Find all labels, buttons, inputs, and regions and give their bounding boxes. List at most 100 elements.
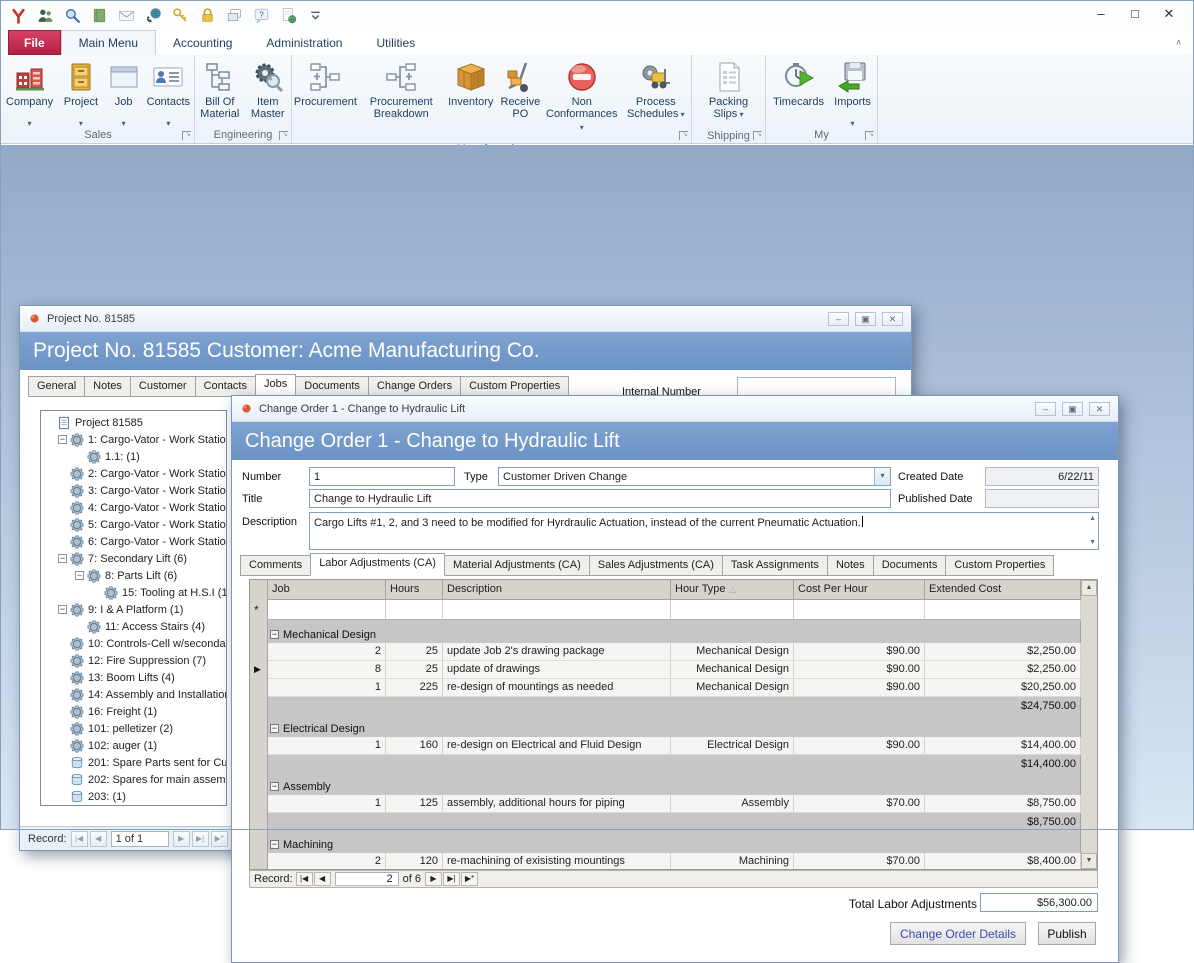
tab-main-menu[interactable]: Main Menu [61, 30, 156, 55]
procurement-breakdown-button[interactable]: Procurement Breakdown ▾ ▾ [359, 59, 444, 128]
tree-item[interactable]: − 2: Cargo-Vator - Work Station [43, 465, 226, 482]
close-button[interactable]: ✕ [882, 312, 903, 326]
change-order-titlebar[interactable]: Change Order 1 - Change to Hydraulic Lif… [232, 396, 1118, 422]
change-order-details-button[interactable]: Change Order Details [890, 922, 1026, 945]
column-header-cost-per-hour[interactable]: Cost Per Hour [794, 580, 925, 600]
tab-general[interactable]: General [28, 376, 85, 397]
dropdown-arrow-icon[interactable]: ▾ [874, 468, 890, 485]
collapse-group-icon[interactable]: − [270, 840, 279, 849]
dialog-launcher-icon[interactable] [865, 131, 874, 140]
collapse-node-icon[interactable]: − [58, 435, 67, 444]
cascade-windows-icon[interactable] [222, 4, 247, 27]
tree-item[interactable]: − Project 81585 [43, 414, 226, 431]
tree-item[interactable]: − 101: pelletizer (2) [43, 720, 226, 737]
search-icon[interactable] [60, 4, 85, 27]
tab-material-adjustments[interactable]: Material Adjustments (CA) [444, 555, 590, 576]
tree-item[interactable]: − 7: Secondary Lift (6) [43, 550, 226, 567]
tab-documents[interactable]: Documents [873, 555, 947, 576]
maximize-button[interactable]: □ [1118, 2, 1152, 26]
scroll-down-icon[interactable]: ▼ [1089, 539, 1096, 547]
column-header-hour-type[interactable]: Hour Type△ [671, 580, 794, 600]
tree-item[interactable]: − 13: Boom Lifts (4) [43, 669, 226, 686]
tab-contacts[interactable]: Contacts [195, 376, 256, 397]
process-schedules-button[interactable]: Process Schedules ▾ ▾ [621, 59, 691, 129]
first-record-button[interactable]: |◀ [71, 831, 88, 847]
collapse-node-icon[interactable]: − [58, 605, 67, 614]
collapse-group-icon[interactable]: − [270, 724, 279, 733]
minimize-button[interactable]: – [1035, 402, 1056, 416]
lock-icon[interactable] [195, 4, 220, 27]
dialog-launcher-icon[interactable] [182, 131, 191, 140]
job-button[interactable]: Job ▾ ▾ [105, 59, 143, 128]
tab-utilities[interactable]: Utilities [359, 30, 432, 55]
tree-item[interactable]: − 203: (1) [43, 788, 226, 805]
tree-item[interactable]: − 1: Cargo-Vator - Work Station [43, 431, 226, 448]
tab-accounting[interactable]: Accounting [156, 30, 249, 55]
contacts-button[interactable]: Contacts ▾ ▾ [143, 59, 194, 128]
previous-record-button[interactable]: ◀ [314, 872, 331, 886]
new-record-button[interactable]: ▶* [461, 872, 478, 886]
tab-labor-adjustments[interactable]: Labor Adjustments (CA) [310, 553, 445, 576]
tab-task-assignments[interactable]: Task Assignments [722, 555, 828, 576]
last-record-button[interactable]: ▶| [443, 872, 460, 886]
tab-notes[interactable]: Notes [827, 555, 874, 576]
restore-button[interactable]: ▣ [855, 312, 876, 326]
tree-item[interactable]: − 8: Parts Lift (6) [43, 567, 226, 584]
tab-administration[interactable]: Administration [249, 30, 359, 55]
restore-button[interactable]: ▣ [1062, 402, 1083, 416]
collapse-node-icon[interactable]: − [75, 571, 84, 580]
non-conformances-button[interactable]: Non Conformances ▾ ▾ [543, 59, 621, 142]
collapse-node-icon[interactable]: − [58, 554, 67, 563]
procurement-button[interactable]: Procurement ▾ ▾ [292, 59, 359, 128]
tree-item[interactable]: − 201: Spare Parts sent for Cus [43, 754, 226, 771]
tree-item[interactable]: − 4: Cargo-Vator - Work Station [43, 499, 226, 516]
tree-item[interactable]: − 12: Fire Suppression (7) [43, 652, 226, 669]
minimize-button[interactable]: – [828, 312, 849, 326]
item-master-button[interactable]: Item Master ▾ ▾ [244, 59, 291, 128]
report-icon[interactable] [276, 4, 301, 27]
imports-button[interactable]: Imports ▾ ▾ [830, 59, 876, 128]
tab-sales-adjustments[interactable]: Sales Adjustments (CA) [589, 555, 723, 576]
record-position[interactable]: 1 of 1 [111, 831, 169, 847]
tab-jobs[interactable]: Jobs [255, 374, 296, 397]
grid-row[interactable]: ▶ 1 160 re-design on Electrical and Flui… [268, 737, 1081, 755]
timecards-button[interactable]: Timecards ▾ ▾ [768, 59, 830, 128]
tab-file[interactable]: File [8, 30, 61, 55]
inventory-button[interactable]: Inventory ▾ ▾ [444, 59, 498, 128]
tab-notes[interactable]: Notes [84, 376, 131, 397]
close-button[interactable]: ✕ [1152, 2, 1186, 26]
first-record-button[interactable]: |◀ [296, 872, 313, 886]
project-window-titlebar[interactable]: Project No. 81585 – ▣ ✕ [20, 306, 911, 332]
grid-row[interactable]: ▶ 8 25 update of drawings Mechanical Des… [268, 661, 1081, 679]
company-button[interactable]: Company ▾ ▾ [2, 59, 57, 128]
tab-custom-properties[interactable]: Custom Properties [945, 555, 1054, 576]
tab-custom-properties[interactable]: Custom Properties [460, 376, 569, 397]
grid-row[interactable]: ▶ 1 125 assembly, additional hours for p… [268, 795, 1081, 813]
dialog-launcher-icon[interactable] [679, 131, 688, 140]
packing-slips-button[interactable]: Packing Slips ▾ ▾ [699, 59, 759, 129]
tab-customer[interactable]: Customer [130, 376, 196, 397]
tree-item[interactable]: − 202: Spares for main assembl [43, 771, 226, 788]
tree-item[interactable]: − 102: auger (1) [43, 737, 226, 754]
collapse-group-icon[interactable]: − [270, 630, 279, 639]
scroll-down-icon[interactable]: ▼ [1081, 853, 1097, 869]
new-row[interactable]: * [268, 600, 1081, 620]
tree-item[interactable]: − 5: Cargo-Vator - Work Station [43, 516, 226, 533]
next-record-button[interactable]: ▶ [173, 831, 190, 847]
title-field[interactable]: Change to Hydraulic Lift [309, 489, 891, 508]
scroll-up-icon[interactable]: ▲ [1089, 515, 1096, 523]
dialog-launcher-icon[interactable] [279, 131, 288, 140]
tree-item[interactable]: − 6: Cargo-Vator - Work Station [43, 533, 226, 550]
more-commands-icon[interactable] [303, 4, 328, 27]
publish-button[interactable]: Publish [1038, 922, 1096, 945]
internal-number-field[interactable] [737, 377, 896, 397]
tree-item[interactable]: − 3: Cargo-Vator - Work Station [43, 482, 226, 499]
bill-of-material-button[interactable]: Bill Of Material ▾ ▾ [195, 59, 244, 128]
next-record-button[interactable]: ▶ [425, 872, 442, 886]
grid-row[interactable]: ▶ 1 225 re-design of mountings as needed… [268, 679, 1081, 697]
column-header-job[interactable]: Job [268, 580, 386, 600]
tab-documents[interactable]: Documents [295, 376, 369, 397]
close-button[interactable]: ✕ [1089, 402, 1110, 416]
mail-icon[interactable] [114, 4, 139, 27]
last-record-button[interactable]: ▶| [192, 831, 209, 847]
